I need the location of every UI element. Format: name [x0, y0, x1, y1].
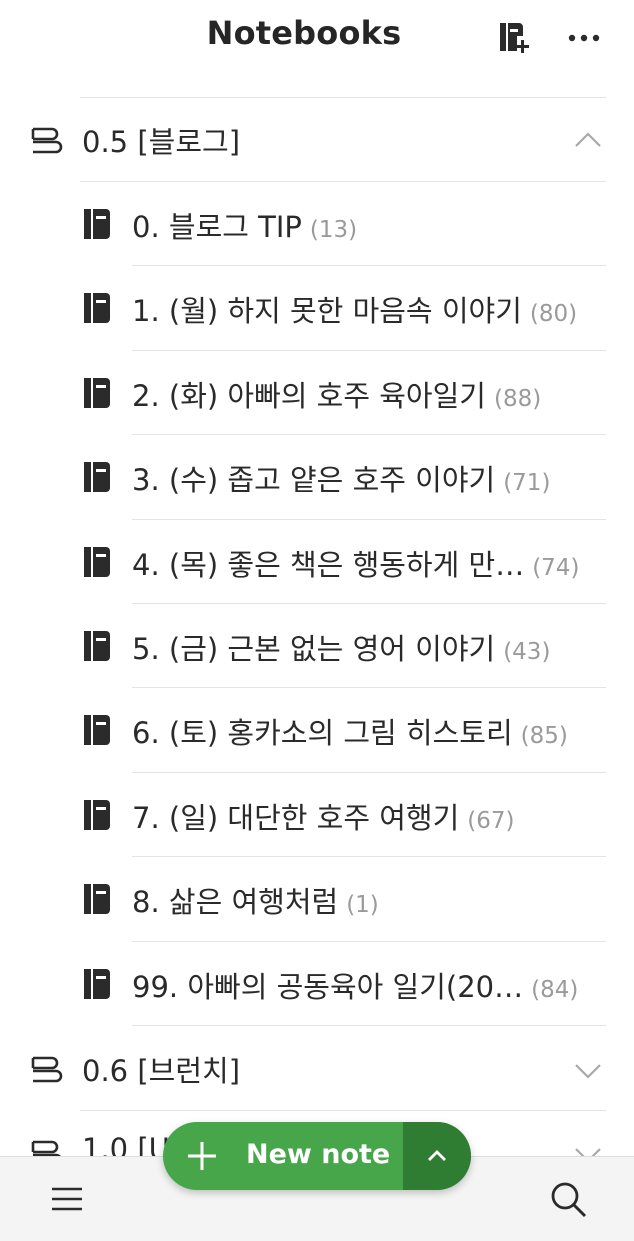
stack-icon: [31, 1056, 63, 1083]
stack-label: 0.5 [블로그]: [82, 125, 241, 159]
top-app-bar: Notebooks: [0, 0, 634, 82]
plus-icon: [188, 1142, 216, 1170]
note-count: (1): [346, 892, 379, 919]
notebook-icon: [84, 799, 110, 830]
notebook-name: 2. (화) 아빠의 호주 육아일기: [132, 378, 486, 413]
notebook-row[interactable]: 7. (일) 대단한 호주 여행기 (67): [0, 773, 634, 858]
new-note-label: New note: [246, 1139, 391, 1170]
notebook-row[interactable]: 8. 삶은 여행처럼 (1): [0, 857, 634, 942]
notebook-icon: [84, 293, 110, 324]
notebook-name: 3. (수) 좁고 얕은 호주 이야기: [132, 463, 496, 498]
more-options-button[interactable]: [562, 16, 606, 60]
new-note-button[interactable]: New note: [163, 1122, 403, 1190]
notebook-icon: [84, 377, 110, 408]
note-count: (85): [520, 723, 568, 750]
chevron-down-icon[interactable]: [570, 1051, 606, 1087]
notebook-row[interactable]: 99. 아빠의 공동육아 일기(20… (84): [0, 942, 634, 1026]
notebook-name: 8. 삶은 여행처럼: [132, 885, 339, 920]
notebook-name: 7. (일) 대단한 호주 여행기: [132, 800, 460, 835]
search-icon: [551, 1182, 587, 1218]
note-count: (74): [532, 554, 580, 581]
stack-row[interactable]: 0.6 [브런치]: [0, 1027, 634, 1111]
notebook-icon: [84, 462, 110, 493]
new-notebook-button[interactable]: [492, 16, 536, 60]
note-count: (43): [503, 638, 551, 665]
stack-icon: [31, 127, 63, 154]
note-count: (13): [309, 217, 358, 243]
stack-label: 0.6 [브런치]: [82, 1054, 241, 1088]
notebook-icon: [84, 715, 110, 746]
notebook-row[interactable]: 6. (토) 홍카소의 그림 히스토리 (85): [0, 688, 634, 773]
note-count: (67): [467, 807, 515, 834]
notebook-row[interactable]: 0. 블로그 TIP (13): [0, 182, 634, 267]
notebook-icon: [84, 546, 110, 577]
notebook-name: 0. 블로그 TIP: [132, 210, 302, 244]
notebook-row[interactable]: 1. (월) 하지 못한 마음속 이야기 (80): [0, 266, 634, 351]
notebook-list: 0. 블로그 TIP (13) 1. (월) 하지 못한 마음속 이야기 (80) …: [0, 182, 634, 1026]
new-notebook-icon: [500, 23, 529, 53]
more-horizontal-icon: [568, 34, 600, 42]
chevron-up-icon: [428, 1150, 446, 1161]
notebook-icon: [84, 209, 110, 239]
notebook-name: 4. (목) 좋은 책은 행동하게 만…: [132, 547, 525, 582]
notebook-name: 1. (월) 하지 못한 마음속 이야기: [132, 294, 522, 329]
note-count: (88): [493, 385, 542, 412]
notebook-name: 5. (금) 근본 없는 영어 이야기: [132, 631, 496, 666]
notebook-row[interactable]: 4. (목) 좋은 책은 행동하게 만… (74): [0, 520, 634, 604]
notebook-name: 99. 아빠의 공동육아 일기(20…: [132, 969, 524, 1004]
notebook-row[interactable]: 2. (화) 아빠의 호주 육아일기 (88): [0, 351, 634, 436]
new-note-options-button[interactable]: [403, 1122, 471, 1190]
notebook-icon: [84, 630, 110, 661]
notebook-name: 6. (토) 홍카소의 그림 히스토리: [132, 716, 513, 751]
stack-row[interactable]: 0.5 [블로그]: [0, 98, 634, 182]
new-note-fab: New note: [163, 1122, 471, 1190]
chevron-up-icon[interactable]: [570, 122, 606, 158]
search-button[interactable]: [546, 1177, 590, 1221]
note-count: (84): [531, 976, 579, 1003]
menu-button[interactable]: [44, 1179, 88, 1219]
note-count: (71): [503, 470, 551, 497]
notebook-row[interactable]: 3. (수) 좁고 얕은 호주 이야기 (71): [0, 435, 634, 520]
notebook-icon: [84, 968, 110, 999]
notebook-icon: [84, 884, 110, 915]
notebook-row[interactable]: 5. (금) 근본 없는 영어 이야기 (43): [0, 604, 634, 689]
hamburger-menu-icon: [52, 1187, 82, 1211]
divider: [132, 1024, 606, 1026]
note-count: (80): [529, 301, 578, 328]
